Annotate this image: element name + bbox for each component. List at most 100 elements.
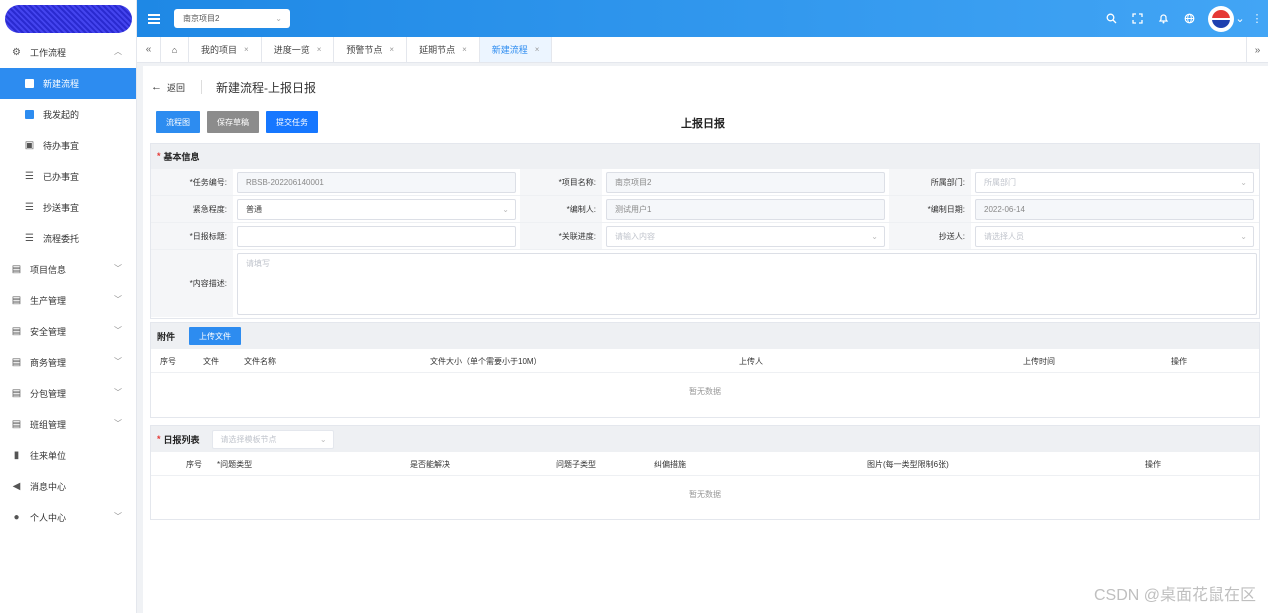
project-select-value: 南京项目2 — [183, 14, 220, 23]
more-icon[interactable]: ⋮ — [1246, 0, 1268, 37]
form-title: 上报日报 — [681, 118, 725, 130]
column-header: 上传时间 — [1023, 357, 1055, 366]
chevron-down-icon: ﹀ — [114, 326, 122, 335]
flowchart-button[interactable]: 流程图 — [156, 111, 200, 133]
template-node-select[interactable]: 请选择模板节点 ⌄ — [211, 429, 334, 449]
column-header: 上传人 — [739, 357, 763, 366]
sidebar-item-delegate[interactable]: ☰ 流程委托 — [0, 223, 136, 254]
doc-icon: ▤ — [11, 295, 22, 306]
project-name-field[interactable]: 南京项目2 — [606, 171, 885, 193]
back-button[interactable]: ← 返回 — [151, 81, 185, 94]
form-row: *日报标题: *关联进度: 请输入内容 ⌄ 抄送人: 请选择人员 ⌄ — [151, 222, 1259, 249]
task-no-field[interactable]: RBSB-202206140001 — [237, 171, 516, 193]
daily-list-section: * 日报列表 请选择模板节点 ⌄ 序号 *问题类型 是否能解决 问题子类型 纠偏… — [150, 425, 1260, 520]
column-header: 文件大小（单个需要小于10M） — [430, 357, 542, 366]
desc-textarea[interactable]: 请填写 — [237, 253, 1257, 315]
bell-icon[interactable] — [1150, 0, 1176, 37]
sidebar-item-workflow[interactable]: ⚙ 工作流程 ︿ — [0, 37, 136, 68]
search-icon[interactable] — [1098, 0, 1124, 37]
tabs-scroll-right-icon[interactable]: » — [1246, 37, 1268, 63]
sidebar-item-project-info[interactable]: ▤ 项目信息 ﹀ — [0, 254, 136, 285]
close-icon[interactable]: × — [535, 45, 540, 54]
chevron-down-icon: ﹀ — [114, 419, 122, 428]
sidebar-item-label: 商务管理 — [30, 358, 67, 368]
sidebar-item-label: 项目信息 — [30, 265, 67, 275]
avatar[interactable] — [1208, 5, 1234, 32]
attachments-table-header: 序号 文件 文件名称 文件大小（单个需要小于10M） 上传人 上传时间 操作 — [151, 349, 1259, 373]
workflow-icon: ⚙ — [12, 47, 21, 58]
column-header: 文件 — [203, 357, 219, 366]
cc-select[interactable]: 请选择人员 ⌄ — [975, 225, 1254, 247]
upload-file-button[interactable]: 上传文件 — [189, 327, 242, 345]
report-title-input[interactable] — [237, 225, 516, 247]
column-header: 序号 — [186, 460, 202, 469]
task-no-label: *任务编号: — [151, 169, 233, 195]
sidebar-item-label: 已办事宜 — [43, 172, 80, 182]
close-icon[interactable]: × — [244, 45, 249, 54]
sidebar-item-production[interactable]: ▤ 生产管理 ﹀ — [0, 285, 136, 316]
sidebar-item-done[interactable]: ☰ 已办事宜 — [0, 161, 136, 192]
header-icons: ⌄ ⋮ — [1098, 0, 1268, 37]
sidebar: ⚙ 工作流程 ︿ 新建流程 我发起的 ▣ 待办事宜 ☰ 已办事宜 ☰ 抄送事宜 … — [0, 0, 137, 613]
dept-select[interactable]: 所属部门 ⌄ — [975, 171, 1254, 193]
sidebar-item-todo[interactable]: ▣ 待办事宜 — [0, 130, 136, 161]
sidebar-item-subcontract[interactable]: ▤ 分包管理 ﹀ — [0, 378, 136, 409]
sidebar-item-safety[interactable]: ▤ 安全管理 ﹀ — [0, 316, 136, 347]
page-header: ← 返回 新建流程-上报日报 — [143, 66, 1268, 108]
sidebar-item-label: 生产管理 — [30, 296, 67, 306]
sidebar-item-cc[interactable]: ☰ 抄送事宜 — [0, 192, 136, 223]
tabs-scroll-left-icon[interactable]: « — [137, 37, 161, 62]
close-icon[interactable]: × — [462, 45, 467, 54]
urgency-select[interactable]: 普通 ⌄ — [237, 198, 516, 220]
tab-my-projects[interactable]: 我的项目 × — [189, 37, 262, 62]
close-icon[interactable]: × — [389, 45, 394, 54]
tab-home[interactable]: ⌂ — [161, 37, 189, 62]
editor-field[interactable]: 测试用户1 — [606, 198, 885, 220]
chevron-up-icon: ︿ — [114, 47, 122, 56]
project-name-label: *项目名称: — [520, 169, 602, 195]
chevron-down-icon[interactable]: ⌄ — [1234, 0, 1246, 37]
related-progress-select[interactable]: 请输入内容 ⌄ — [606, 225, 885, 247]
tab-label: 新建流程 — [491, 45, 528, 55]
empty-state: 暂无数据 — [689, 386, 721, 396]
globe-icon[interactable] — [1176, 0, 1202, 37]
action-buttons: 流程图 保存草稿 提交任务 — [156, 111, 325, 133]
app: ⚙ 工作流程 ︿ 新建流程 我发起的 ▣ 待办事宜 ☰ 已办事宜 ☰ 抄送事宜 … — [0, 0, 1268, 613]
tab-progress[interactable]: 进度一览 × — [262, 37, 335, 62]
chevron-down-icon: ﹀ — [114, 388, 122, 397]
sidebar-item-new-flow[interactable]: 新建流程 — [0, 68, 136, 99]
daily-table-header: 序号 *问题类型 是否能解决 问题子类型 纠偏措施 图片(每一类型限制6张) 操… — [151, 452, 1259, 476]
section-heading: * 基本信息 — [151, 144, 1259, 168]
chevron-down-icon: ﹀ — [114, 357, 122, 366]
doc-icon: ▤ — [11, 264, 22, 275]
square-icon — [24, 78, 35, 89]
close-icon[interactable]: × — [317, 45, 322, 54]
home-icon: ⌂ — [171, 44, 178, 55]
save-draft-button[interactable]: 保存草稿 — [207, 111, 259, 133]
column-header: 问题子类型 — [556, 460, 596, 469]
sidebar-item-personal[interactable]: ● 个人中心 ﹀ — [0, 502, 136, 533]
sidebar-item-messages[interactable]: ◀ 消息中心 — [0, 471, 136, 502]
tab-label: 延期节点 — [419, 45, 456, 55]
tab-new-flow[interactable]: 新建流程 × — [479, 37, 553, 62]
tab-delay-nodes[interactable]: 延期节点 × — [407, 37, 480, 62]
sidebar-item-label: 工作流程 — [30, 48, 67, 58]
submit-task-button[interactable]: 提交任务 — [266, 111, 318, 133]
project-select[interactable]: 南京项目2 ⌄ — [174, 9, 290, 28]
sidebar-item-label: 待办事宜 — [43, 141, 80, 151]
sidebar-item-label: 新建流程 — [43, 79, 80, 89]
report-title-label: *日报标题: — [151, 223, 233, 249]
tabs-bar: « ⌂ 我的项目 × 进度一览 × 预警节点 × 延期节点 × 新建流程 × » — [137, 37, 1268, 63]
sidebar-item-business[interactable]: ▤ 商务管理 ﹀ — [0, 347, 136, 378]
fullscreen-icon[interactable] — [1124, 0, 1150, 37]
sidebar-item-my-initiated[interactable]: 我发起的 — [0, 99, 136, 130]
menu-toggle-icon[interactable] — [148, 13, 160, 24]
tab-warning-nodes[interactable]: 预警节点 × — [334, 37, 408, 62]
desc-label: *内容描述: — [151, 250, 233, 317]
building-icon: ▮ — [13, 450, 20, 461]
date-field[interactable]: 2022-06-14 — [975, 198, 1254, 220]
chevron-down-icon: ⌄ — [1240, 231, 1247, 241]
sidebar-item-units[interactable]: ▮ 往来单位 — [0, 440, 136, 471]
sidebar-item-team[interactable]: ▤ 班组管理 ﹀ — [0, 409, 136, 440]
sidebar-item-label: 安全管理 — [30, 327, 67, 337]
